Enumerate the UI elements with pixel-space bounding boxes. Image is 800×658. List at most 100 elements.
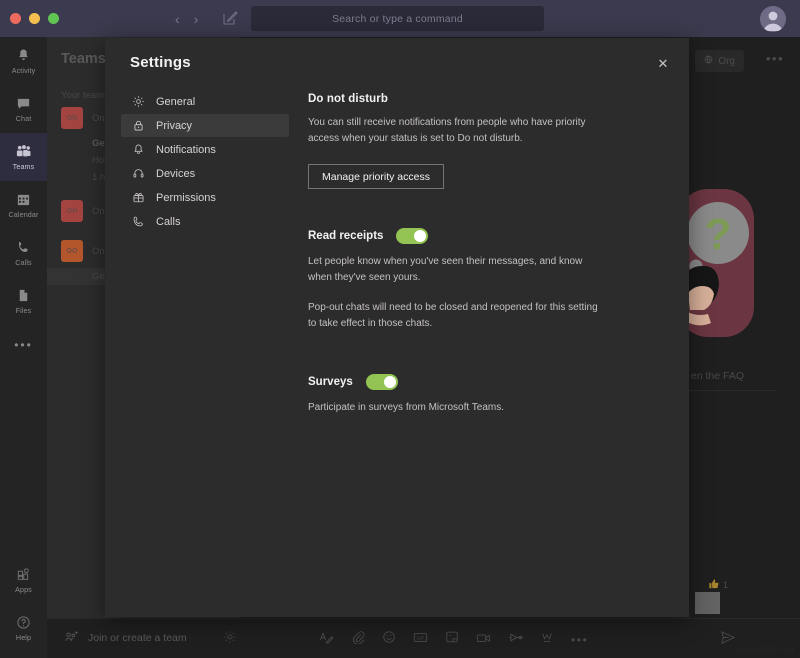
section-title-surveys: Surveys (308, 376, 353, 388)
lock-icon (131, 119, 145, 133)
calendar-icon (16, 191, 31, 208)
close-icon[interactable]: ✕ (650, 51, 676, 77)
message-thumbnail (695, 592, 720, 614)
back-arrow-icon[interactable]: ‹ (175, 11, 180, 27)
toggle-knob (414, 230, 427, 242)
sidebar-item-calls[interactable]: Calls (0, 229, 47, 277)
search-input[interactable]: Search or type a command (251, 6, 544, 31)
sidebar-label-apps: Apps (15, 585, 32, 594)
sidebar-label-help: Help (15, 633, 32, 642)
sidebar-item-files[interactable]: Files (0, 277, 47, 325)
reaction-count: 1 (722, 580, 728, 590)
sidebar-label-calls: Calls (15, 258, 32, 267)
phone-icon (16, 239, 31, 256)
send-icon[interactable] (720, 630, 736, 650)
sidebar-item-calendar[interactable]: Calendar (0, 181, 47, 229)
compose-icon[interactable] (222, 10, 238, 26)
reaction-badge[interactable]: 1 (708, 578, 728, 592)
more-icon[interactable]: ••• (571, 633, 588, 647)
settings-nav-item-general[interactable]: General (121, 90, 289, 113)
sidebar-label-chat: Chat (15, 114, 32, 123)
settings-content: Do not disturb You can still receive not… (308, 93, 638, 416)
sidebar-item-activity[interactable]: Activity (0, 37, 47, 85)
settings-nav-item-devices[interactable]: Devices (121, 162, 289, 185)
manage-priority-access-button[interactable]: Manage priority access (308, 164, 444, 189)
gear-icon[interactable] (223, 630, 237, 649)
channel-more-button[interactable]: ••• (766, 51, 784, 66)
settings-nav-label-permissions: Permissions (156, 191, 216, 204)
sidebar-item-chat[interactable]: Chat (0, 85, 47, 133)
sidebar-label-teams: Teams (12, 162, 35, 171)
files-icon (16, 287, 31, 304)
close-window-button[interactable] (10, 13, 21, 24)
settings-nav-label-privacy: Privacy (156, 119, 193, 132)
surveys-row: Surveys (308, 374, 638, 390)
forward-arrow-icon[interactable]: › (194, 11, 199, 27)
sidebar-item-teams[interactable]: Teams (0, 133, 47, 181)
svg-text:?: ? (705, 210, 732, 259)
teams-icon (15, 143, 32, 160)
meet-now-icon[interactable] (476, 631, 491, 649)
settings-nav-item-calls[interactable]: Calls (121, 210, 289, 233)
praise-icon[interactable] (540, 631, 554, 649)
sticker-icon[interactable] (445, 630, 459, 649)
navigation-arrows: ‹ › (175, 0, 198, 37)
sidebar-label-calendar: Calendar (8, 210, 39, 219)
org-icon (704, 55, 713, 67)
settings-nav-item-permissions[interactable]: Permissions (121, 186, 289, 209)
giphy-icon[interactable]: GIF (413, 631, 428, 649)
sidebar-label-files: Files (15, 306, 32, 315)
bottom-bar: Join or create a team GIF ••• truyenhinh… (47, 618, 800, 658)
search-placeholder: Search or type a command (332, 12, 463, 25)
read-receipts-row: Read receipts (308, 228, 638, 244)
settings-nav-label-calls: Calls (156, 215, 181, 228)
settings-nav-label-devices: Devices (156, 167, 196, 180)
bell-icon (16, 47, 31, 64)
maximize-window-button[interactable] (48, 13, 59, 24)
bell-icon (131, 143, 145, 157)
format-icon[interactable] (319, 631, 334, 649)
settings-nav-label-notifications: Notifications (156, 143, 216, 156)
join-team-label: Join or create a team (88, 632, 187, 644)
faq-link-text[interactable]: en the FAQ (691, 370, 744, 382)
svg-text:GIF: GIF (417, 635, 425, 641)
sidebar-item-apps[interactable]: Apps (0, 556, 47, 604)
read-receipts-toggle[interactable] (396, 228, 429, 244)
dialog-title: Settings (130, 54, 191, 71)
help-icon (16, 614, 31, 631)
team-avatar: OO (61, 240, 83, 262)
emoji-icon[interactable] (382, 630, 396, 649)
section-description-read-receipts: Let people know when you've seen their m… (308, 256, 583, 283)
avatar[interactable] (760, 6, 786, 32)
permissions-icon (131, 191, 145, 205)
minimize-window-button[interactable] (29, 13, 40, 24)
settings-nav: General Privacy Notifications Devices Pe… (121, 90, 289, 234)
watermark: truyenhinh.com (735, 645, 794, 654)
rail-bottom-group: Apps Help (0, 556, 47, 652)
app-rail: Activity Chat Teams Calendar Calls Files… (0, 37, 47, 658)
rail-more-button[interactable]: ••• (0, 325, 47, 365)
toggle-knob (383, 376, 396, 388)
phone-icon (131, 215, 145, 229)
teams-app-window: ‹ › Search or type a command Activity Ch… (0, 0, 800, 658)
window-controls[interactable] (0, 13, 59, 24)
settings-dialog: Settings ✕ General Privacy Notifications… (105, 38, 689, 617)
thumbs-up-icon (708, 578, 720, 592)
org-button[interactable]: Org (695, 50, 744, 72)
apps-icon (16, 566, 31, 583)
section-do-not-disturb: Do not disturb You can still receive not… (308, 93, 638, 189)
surveys-toggle[interactable] (365, 374, 398, 390)
join-or-create-team-button[interactable]: Join or create a team (65, 630, 187, 646)
settings-nav-item-notifications[interactable]: Notifications (121, 138, 289, 161)
attach-icon[interactable] (351, 630, 365, 649)
section-surveys: Surveys Participate in surveys from Micr… (308, 374, 638, 416)
section-title-read-receipts: Read receipts (308, 230, 384, 242)
section-read-receipts: Read receipts Let people know when you'v… (308, 228, 638, 332)
sidebar-item-help[interactable]: Help (0, 604, 47, 652)
settings-nav-label-general: General (156, 95, 196, 108)
section-description2-read-receipts: Pop-out chats will need to be closed and… (308, 302, 598, 329)
gear-icon (131, 95, 145, 109)
org-label: Org (718, 55, 735, 67)
stream-icon[interactable] (508, 631, 523, 649)
settings-nav-item-privacy[interactable]: Privacy (121, 114, 289, 137)
